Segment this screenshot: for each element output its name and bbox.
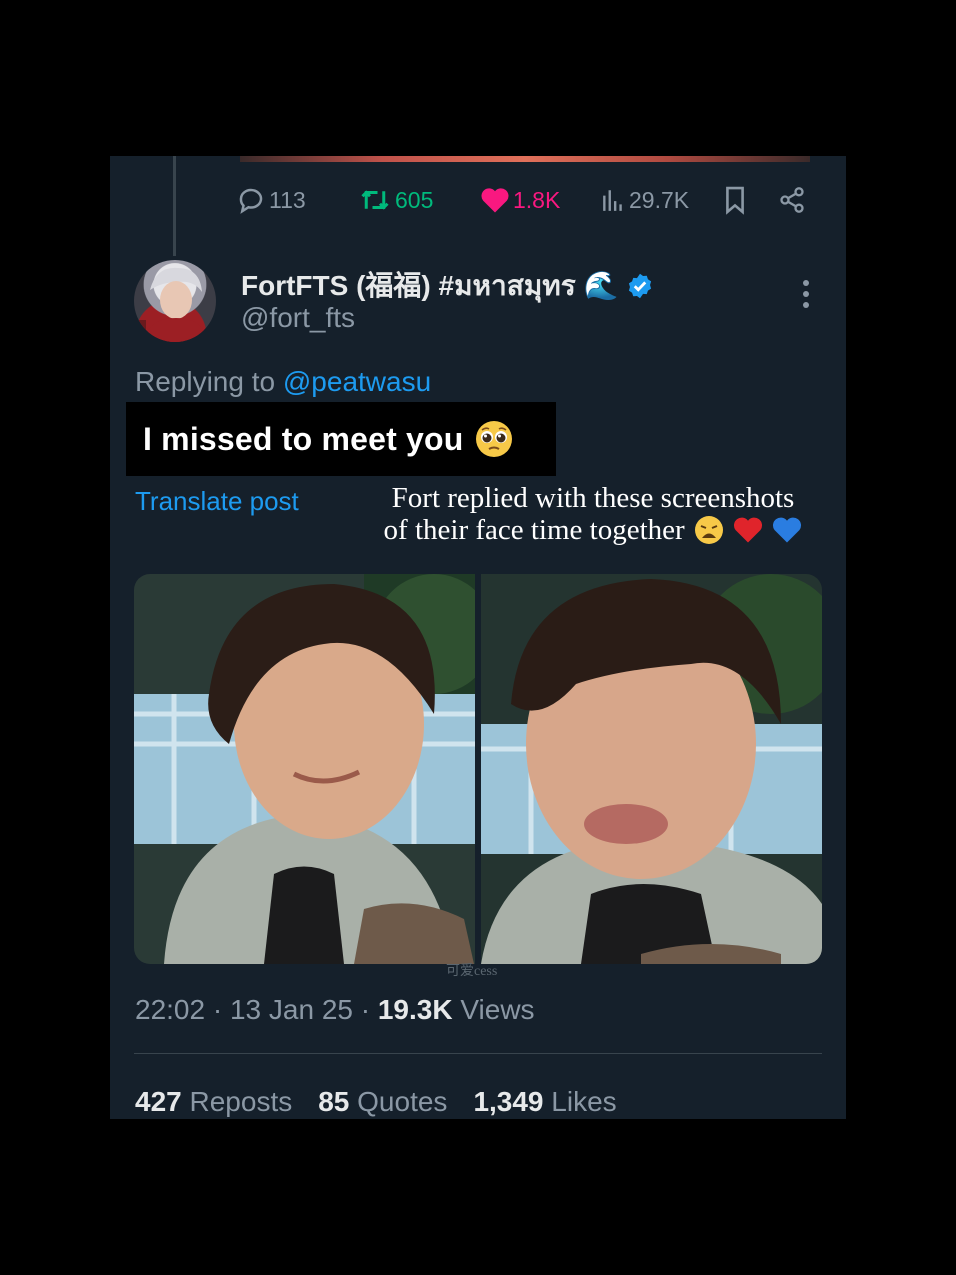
reply-count: 113 [269,186,306,213]
views-count: 29.7K [629,186,690,213]
media-grid [134,574,822,964]
reposts-total: 427 [135,1086,182,1117]
overlay-caption: Fort replied with these screenshots of t… [368,482,818,546]
previous-tweet-actions: 113 605 1.8K 29.7K [236,180,816,220]
likes-label: Likes [551,1086,617,1117]
replying-to: Replying to @peatwasu [135,366,431,398]
separator-dot: · [360,994,371,1025]
media-photo-1[interactable] [134,574,475,964]
thread-line [173,156,176,256]
more-vertical-icon [803,280,809,308]
reposts-label: Reposts [189,1086,293,1117]
replying-mention-link[interactable]: @peatwasu [283,366,431,397]
verified-badge-icon [629,273,652,299]
pleading-face-emoji-icon [475,421,512,457]
like-count: 1.8K [513,186,561,213]
repost-icon [361,190,389,210]
repost-button[interactable]: 605 [358,180,433,220]
more-options-button[interactable] [800,278,812,315]
red-heart-emoji-icon [734,517,763,543]
tweet-text: I missed to meet you [143,420,464,457]
divider [134,1053,822,1054]
translate-post-link[interactable]: Translate post [135,486,299,517]
views-label: Views [460,994,535,1025]
blue-heart-emoji-icon [773,517,802,543]
tweet-card: 113 605 1.8K 29.7K FortFTS (福福) #มหาสมุท… [110,156,846,1119]
previous-media-edge [240,156,810,162]
quotes-label: Quotes [357,1086,448,1117]
engagement-stats: 427 Reposts 85 Quotes 1,349 Likes [135,1086,617,1118]
analytics-icon [603,190,622,211]
reposts-stat[interactable]: 427 Reposts [135,1086,292,1118]
timestamp-row: 22:02 · 13 Jan 25 · 19.3K Views [135,994,535,1026]
likes-total: 1,349 [473,1086,544,1117]
tweet-text-highlight: I missed to meet you [126,402,556,476]
tweet-date[interactable]: 13 Jan 25 [230,994,353,1025]
likes-stat[interactable]: 1,349 Likes [473,1086,616,1118]
repost-count: 605 [395,186,434,213]
quotes-stat[interactable]: 85 Quotes [318,1086,447,1118]
like-button[interactable]: 1.8K [480,180,560,220]
separator-dot: · [212,994,223,1025]
reply-icon [239,188,263,214]
caption-line-1: Fort replied with these screenshots [391,482,795,514]
author-handle[interactable]: @fort_fts [241,302,355,334]
tweet-time[interactable]: 22:02 [135,994,205,1025]
quotes-total: 85 [318,1086,350,1117]
watermark: 可爱cess [446,964,498,979]
reply-button[interactable]: 113 [236,180,306,220]
weary-face-emoji-icon [694,516,723,544]
replying-prefix: Replying to [135,366,276,397]
media-photo-2[interactable] [481,574,822,964]
caption-line-2-wrap: of their face time together [368,514,818,546]
heart-icon [481,188,509,213]
bookmark-button[interactable] [722,180,748,220]
views-total: 19.3K [377,994,453,1025]
share-icon [780,187,804,213]
avatar[interactable] [134,260,216,342]
caption-line-2: of their face time together [383,514,685,546]
bookmark-icon [726,186,744,215]
views-button[interactable]: 29.7K [600,180,689,220]
share-button[interactable] [778,180,806,220]
